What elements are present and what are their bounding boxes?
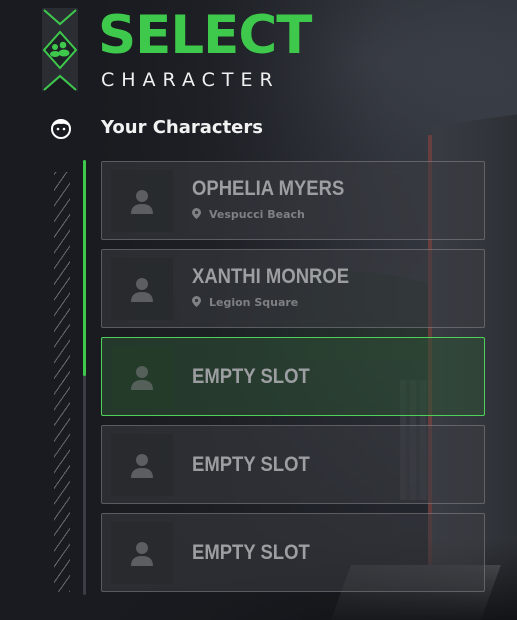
avatar xyxy=(111,258,173,320)
slot-scrollbar[interactable] xyxy=(83,160,86,595)
character-location: Legion Square xyxy=(192,296,298,309)
location-pin-icon xyxy=(192,296,201,307)
avatar xyxy=(111,434,173,496)
character-name: EMPTY SLOT xyxy=(192,365,310,388)
empty-slot[interactable]: EMPTY SLOT xyxy=(101,425,485,504)
character-name: OPHELIA MYERS xyxy=(192,177,345,200)
person-icon xyxy=(131,190,153,214)
avatar xyxy=(111,522,173,584)
character-name: EMPTY SLOT xyxy=(192,453,310,476)
avatar xyxy=(111,346,173,408)
section-heading: Your Characters xyxy=(101,117,263,138)
person-icon xyxy=(131,278,153,302)
location-label: Vespucci Beach xyxy=(209,208,305,221)
face-icon xyxy=(50,117,72,139)
empty-slot[interactable]: EMPTY SLOT xyxy=(101,513,485,592)
person-icon xyxy=(131,454,153,478)
empty-slot-selected[interactable]: EMPTY SLOT xyxy=(101,337,485,416)
avatar xyxy=(111,170,173,232)
people-badge-icon xyxy=(40,8,80,94)
location-label: Legion Square xyxy=(209,296,299,309)
person-icon xyxy=(131,366,153,390)
character-location: Vespucci Beach xyxy=(192,208,305,221)
page-subtitle: CHARACTER xyxy=(101,69,280,91)
decorative-hatch xyxy=(54,172,70,592)
scrollbar-thumb[interactable] xyxy=(83,160,86,376)
character-slot[interactable]: XANTHI MONROE Legion Square xyxy=(101,249,485,328)
page-title: SELECT xyxy=(98,5,312,66)
character-name: XANTHI MONROE xyxy=(192,265,350,288)
character-slot[interactable]: OPHELIA MYERS Vespucci Beach xyxy=(101,161,485,240)
person-icon xyxy=(131,542,153,566)
location-pin-icon xyxy=(192,208,201,219)
character-name: EMPTY SLOT xyxy=(192,541,310,564)
